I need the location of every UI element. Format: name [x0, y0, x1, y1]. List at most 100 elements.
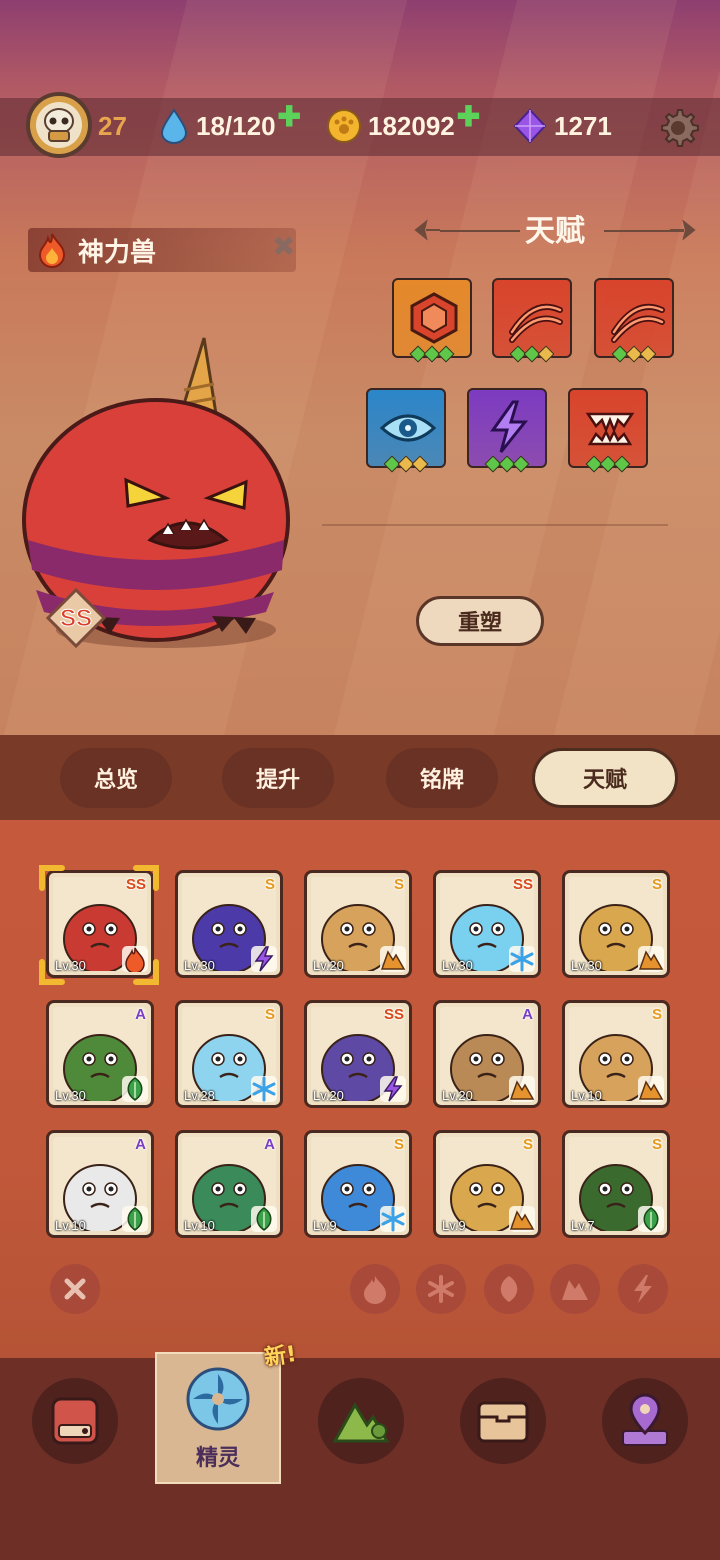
talent-level-dots	[383, 455, 434, 473]
close-icon[interactable]: ✖	[272, 230, 295, 263]
tab-nameplate[interactable]: 铭牌	[386, 748, 498, 808]
eye-icon	[379, 414, 437, 442]
filter-leaf-button[interactable]	[484, 1264, 534, 1314]
talent-slot[interactable]	[467, 388, 547, 473]
new-badge: 新!	[262, 1341, 298, 1372]
player-avatar[interactable]	[26, 92, 92, 158]
lightning-element-icon	[634, 1275, 652, 1303]
add-energy-icon[interactable]: ✚	[278, 100, 301, 133]
fire-element-icon	[122, 946, 148, 972]
talent-level-dots	[611, 345, 662, 363]
fire-element-icon	[38, 233, 66, 268]
talent-level-dots	[409, 345, 460, 363]
pet-card[interactable]: S Lv.9	[433, 1130, 541, 1238]
talent-slot[interactable]	[594, 278, 674, 363]
tab-talent[interactable]: 天赋	[532, 748, 678, 808]
pet-card[interactable]: S Lv.30	[562, 870, 670, 978]
purple-gem-icon	[513, 108, 547, 144]
pet-card[interactable]: A Lv.10	[175, 1130, 283, 1238]
leaf-element-icon	[122, 1076, 148, 1102]
pet-level: Lv.10	[184, 1218, 215, 1233]
pet-card[interactable]: S Lv.10	[562, 1000, 670, 1108]
pet-card[interactable]: S Lv.20	[304, 870, 412, 978]
settings-gear-icon[interactable]	[656, 106, 700, 150]
earth-element-icon	[638, 946, 664, 972]
talent-level-dots	[484, 455, 535, 473]
pet-card[interactable]: S Lv.28	[175, 1000, 283, 1108]
pet-rank: S	[264, 1006, 275, 1023]
pet-rank: SS	[125, 876, 146, 893]
nav-spirit-button[interactable]: 精灵	[155, 1352, 281, 1484]
claw-slash-icon	[509, 303, 563, 343]
pet-rank: SS	[512, 876, 533, 893]
tab-overview[interactable]: 总览	[60, 748, 172, 808]
pet-level: Lv.20	[313, 958, 344, 973]
ornament-right-icon	[670, 219, 696, 241]
fangs-icon	[585, 412, 635, 446]
add-coins-icon[interactable]: ✚	[457, 100, 480, 133]
energy-counter[interactable]: 18/120 ✚	[158, 101, 301, 148]
pet-rank: SS	[383, 1006, 404, 1023]
pet-rank: S	[264, 876, 275, 893]
skull-pet-avatar-icon	[36, 102, 82, 148]
pet-level: Lv.30	[571, 958, 602, 973]
pet-rank: S	[651, 876, 662, 893]
spirit-icon	[186, 1367, 250, 1431]
clear-filter-button[interactable]	[50, 1264, 100, 1314]
nav-explore-button[interactable]	[318, 1378, 404, 1464]
pet-rank: A	[135, 1136, 146, 1153]
ice-element-icon	[251, 1076, 277, 1102]
pet-level: Lv.30	[184, 958, 215, 973]
talent-level-dots	[585, 455, 636, 473]
pet-rank: S	[522, 1136, 533, 1153]
mountain-icon	[332, 1402, 390, 1443]
leaf-element-icon	[251, 1206, 277, 1232]
filter-earth-button[interactable]	[550, 1264, 600, 1314]
earth-element-icon	[509, 1076, 535, 1102]
ice-element-icon	[428, 1275, 454, 1303]
earth-element-icon	[638, 1076, 664, 1102]
pet-level: Lv.30	[55, 958, 86, 973]
pet-card[interactable]: SS Lv.20	[304, 1000, 412, 1108]
filter-lightning-button[interactable]	[618, 1264, 668, 1314]
pet-card[interactable]: A Lv.10	[46, 1130, 154, 1238]
filter-fire-button[interactable]	[350, 1264, 400, 1314]
talent-slot[interactable]	[492, 278, 572, 363]
water-drop-icon	[160, 108, 188, 144]
pet-level: Lv.9	[442, 1218, 466, 1233]
talent-slot[interactable]	[366, 388, 446, 473]
nav-chest-button[interactable]	[460, 1378, 546, 1464]
rank-badge: SS	[46, 588, 106, 648]
talent-level-dots	[509, 345, 560, 363]
pet-rank: S	[651, 1006, 662, 1023]
map-pin-icon	[622, 1393, 668, 1446]
pet-rank: A	[135, 1006, 146, 1023]
ice-element-icon	[509, 946, 535, 972]
pet-level: Lv.30	[55, 1088, 86, 1103]
coin-value: 182092	[368, 110, 455, 141]
tab-upgrade[interactable]: 提升	[222, 748, 334, 808]
talent-slot[interactable]	[568, 388, 648, 473]
nav-bag-button[interactable]	[32, 1378, 118, 1464]
pet-level: Lv.28	[184, 1088, 215, 1103]
close-icon	[64, 1278, 86, 1300]
nav-map-button[interactable]	[602, 1378, 688, 1464]
pet-card[interactable]: S Lv.9	[304, 1130, 412, 1238]
leaf-element-icon	[500, 1276, 518, 1302]
pet-card[interactable]: A Lv.20	[433, 1000, 541, 1108]
reshape-button[interactable]: 重塑	[416, 596, 544, 646]
player-level: 27	[98, 110, 127, 141]
filter-ice-button[interactable]	[416, 1264, 466, 1314]
pet-card[interactable]: S Lv.7	[562, 1130, 670, 1238]
pet-level: Lv.20	[442, 1088, 473, 1103]
gem-counter[interactable]: 1271	[512, 104, 612, 148]
coin-counter[interactable]: 182092 ✚	[326, 101, 480, 148]
pet-card[interactable]: A Lv.30	[46, 1000, 154, 1108]
pet-level: Lv.10	[55, 1218, 86, 1233]
energy-value: 18/120	[196, 110, 276, 141]
lightning-element-icon	[380, 1076, 406, 1102]
pet-card[interactable]: S Lv.30	[175, 870, 283, 978]
talent-slot[interactable]	[392, 278, 472, 363]
pet-card[interactable]: SS Lv.30	[46, 870, 154, 978]
pet-card[interactable]: SS Lv.30	[433, 870, 541, 978]
